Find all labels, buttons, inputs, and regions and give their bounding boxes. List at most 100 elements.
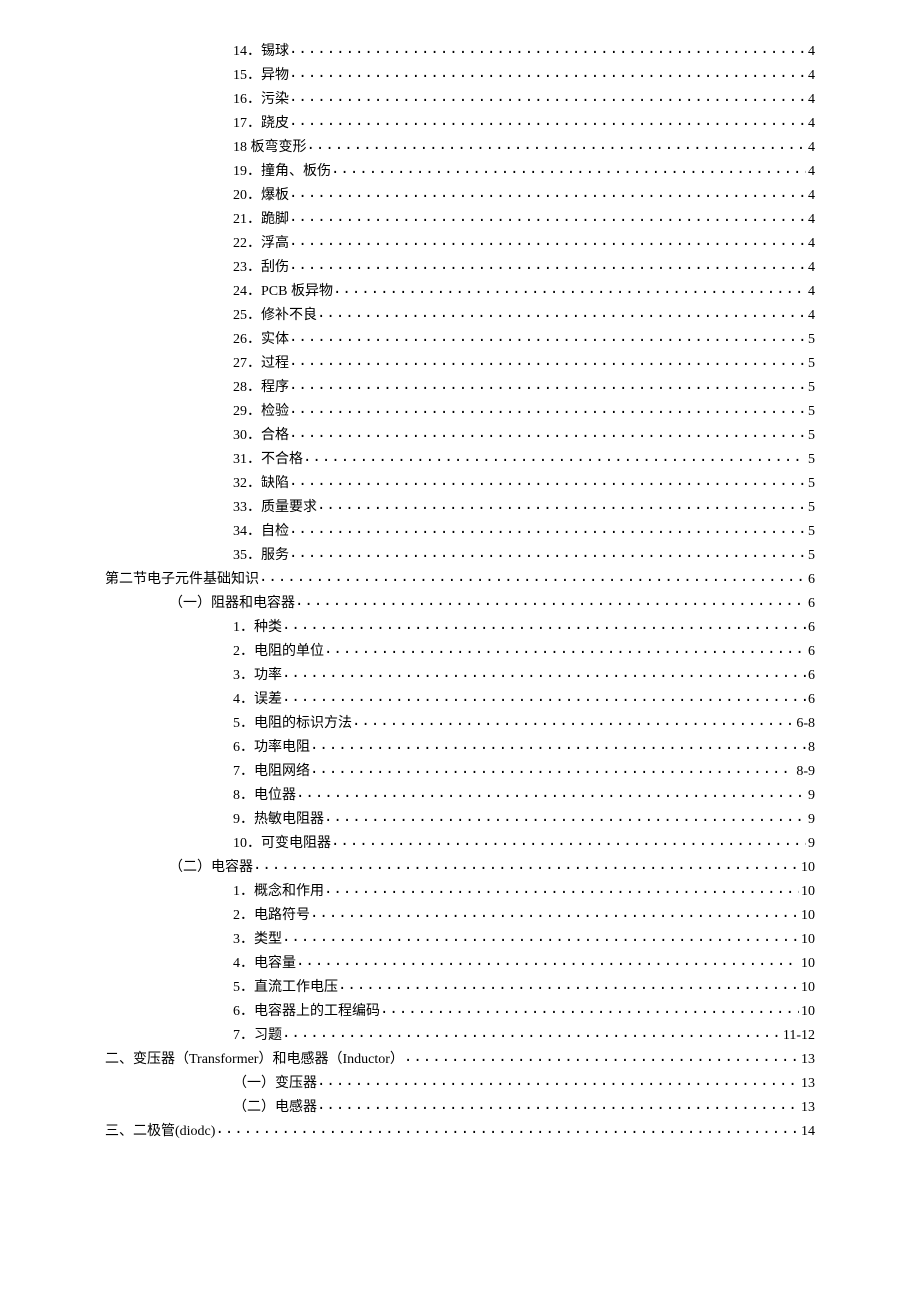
toc-label: 2．电路符号	[233, 904, 310, 928]
toc-entry: 6．电容器上的工程编码10	[105, 1000, 815, 1024]
toc-page-number: 4	[806, 304, 815, 328]
toc-leader-dots	[259, 569, 806, 583]
toc-leader-dots	[317, 1073, 799, 1087]
toc-leader-dots	[380, 1001, 799, 1015]
toc-label: 二、变压器（Transformer）和电感器（Inductor）	[105, 1048, 404, 1072]
toc-label: 7．习题	[233, 1024, 282, 1048]
toc-leader-dots	[333, 281, 806, 295]
toc-leader-dots	[289, 353, 806, 367]
toc-page-number: 11-12	[781, 1024, 815, 1048]
toc-page-number: 10	[799, 880, 815, 904]
toc-leader-dots	[282, 1025, 781, 1039]
toc-label: 35．服务	[233, 544, 289, 568]
toc-page-number: 4	[806, 40, 815, 64]
toc-entry: 32．缺陷 5	[105, 472, 815, 496]
toc-entry: 20．爆板4	[105, 184, 815, 208]
toc-label: 19．撞角、板伤	[233, 160, 331, 184]
toc-label: 10．可变电阻器	[233, 832, 331, 856]
toc-leader-dots	[289, 257, 806, 271]
toc-label: 1．种类	[233, 616, 282, 640]
toc-leader-dots	[331, 833, 806, 847]
toc-label: 24．PCB 板异物	[233, 280, 333, 304]
toc-page-number: 6	[806, 568, 815, 592]
toc-entry: 22．浮高4	[105, 232, 815, 256]
toc-label: 1．概念和作用	[233, 880, 324, 904]
toc-entry: 10．可变电阻器9	[105, 832, 815, 856]
toc-label: 21．跪脚	[233, 208, 289, 232]
toc-page-number: 4	[806, 232, 815, 256]
toc-leader-dots	[289, 113, 806, 127]
toc-leader-dots	[289, 329, 806, 343]
toc-page-number: 10	[799, 952, 815, 976]
toc-label: 30．合格	[233, 424, 289, 448]
toc-label: 5．直流工作电压	[233, 976, 338, 1000]
toc-leader-dots	[324, 641, 806, 655]
toc-entry: 9．热敏电阻器9	[105, 808, 815, 832]
toc-leader-dots	[307, 137, 807, 151]
toc-leader-dots	[289, 41, 806, 55]
toc-entry: 23．刮伤4	[105, 256, 815, 280]
toc-page-number: 5	[806, 520, 815, 544]
toc-entry: 34．自检 5	[105, 520, 815, 544]
toc-label: 三、二极管(diodc)	[105, 1120, 215, 1144]
toc-page-number: 4	[806, 184, 815, 208]
toc-leader-dots	[338, 977, 799, 991]
toc-leader-dots	[324, 809, 806, 823]
toc-entry: 二、变压器（Transformer）和电感器（Inductor）13	[105, 1048, 815, 1072]
toc-leader-dots	[289, 65, 806, 79]
toc-label: 9．热敏电阻器	[233, 808, 324, 832]
toc-leader-dots	[296, 785, 806, 799]
toc-label: 23．刮伤	[233, 256, 289, 280]
toc-page-number: 5	[806, 544, 815, 568]
toc-leader-dots	[282, 617, 806, 631]
toc-leader-dots	[253, 857, 799, 871]
toc-label: 5．电阻的标识方法	[233, 712, 352, 736]
toc-page-number: 5	[806, 376, 815, 400]
toc-entry: 6．功率电阻8	[105, 736, 815, 760]
toc-entry: 27．过程5	[105, 352, 815, 376]
toc-entry: 16．污染4	[105, 88, 815, 112]
toc-entry: 14．锡球4	[105, 40, 815, 64]
toc-label: 31．不合格	[233, 448, 303, 472]
toc-entry: 3．类型10	[105, 928, 815, 952]
toc-page-number: 4	[806, 136, 815, 160]
toc-page-number: 10	[799, 856, 815, 880]
toc-leader-dots	[404, 1049, 799, 1063]
toc-entry: 24．PCB 板异物4	[105, 280, 815, 304]
toc-leader-dots	[324, 881, 799, 895]
toc-leader-dots	[289, 209, 806, 223]
toc-entry: 5．直流工作电压10	[105, 976, 815, 1000]
toc-entry: 17．跷皮4	[105, 112, 815, 136]
toc-entry: 3．功率6	[105, 664, 815, 688]
toc-page-number: 4	[806, 112, 815, 136]
toc-leader-dots	[310, 905, 799, 919]
toc-leader-dots	[296, 953, 799, 967]
toc-page-number: 5	[806, 424, 815, 448]
toc-entry: 4．误差6	[105, 688, 815, 712]
toc-entry: 5．电阻的标识方法6-8	[105, 712, 815, 736]
toc-page-number: 5	[806, 328, 815, 352]
toc-leader-dots	[317, 1097, 799, 1111]
toc-leader-dots	[331, 161, 806, 175]
toc-entry: 1．种类 6	[105, 616, 815, 640]
toc-page-number: 5	[806, 352, 815, 376]
toc-label: 34．自检	[233, 520, 289, 544]
toc-page-number: 6	[806, 688, 815, 712]
toc-entry: 33．质量要求5	[105, 496, 815, 520]
toc-page-number: 14	[799, 1120, 815, 1144]
toc-page-number: 5	[806, 472, 815, 496]
toc-page-number: 4	[806, 88, 815, 112]
toc-page-number: 8	[806, 736, 815, 760]
toc-entry: （二）电容器10	[105, 856, 815, 880]
toc-entry: 7．习题 11-12	[105, 1024, 815, 1048]
toc-leader-dots	[215, 1121, 799, 1135]
toc-page-number: 5	[806, 496, 815, 520]
toc-leader-dots	[289, 377, 806, 391]
toc-leader-dots	[289, 521, 806, 535]
toc-page-number: 6	[806, 640, 815, 664]
toc-label: 32．缺陷	[233, 472, 289, 496]
toc-label: 29．检验	[233, 400, 289, 424]
toc-page-number: 5	[806, 400, 815, 424]
toc-label: 2．电阻的单位	[233, 640, 324, 664]
toc-page-number: 6	[806, 616, 815, 640]
